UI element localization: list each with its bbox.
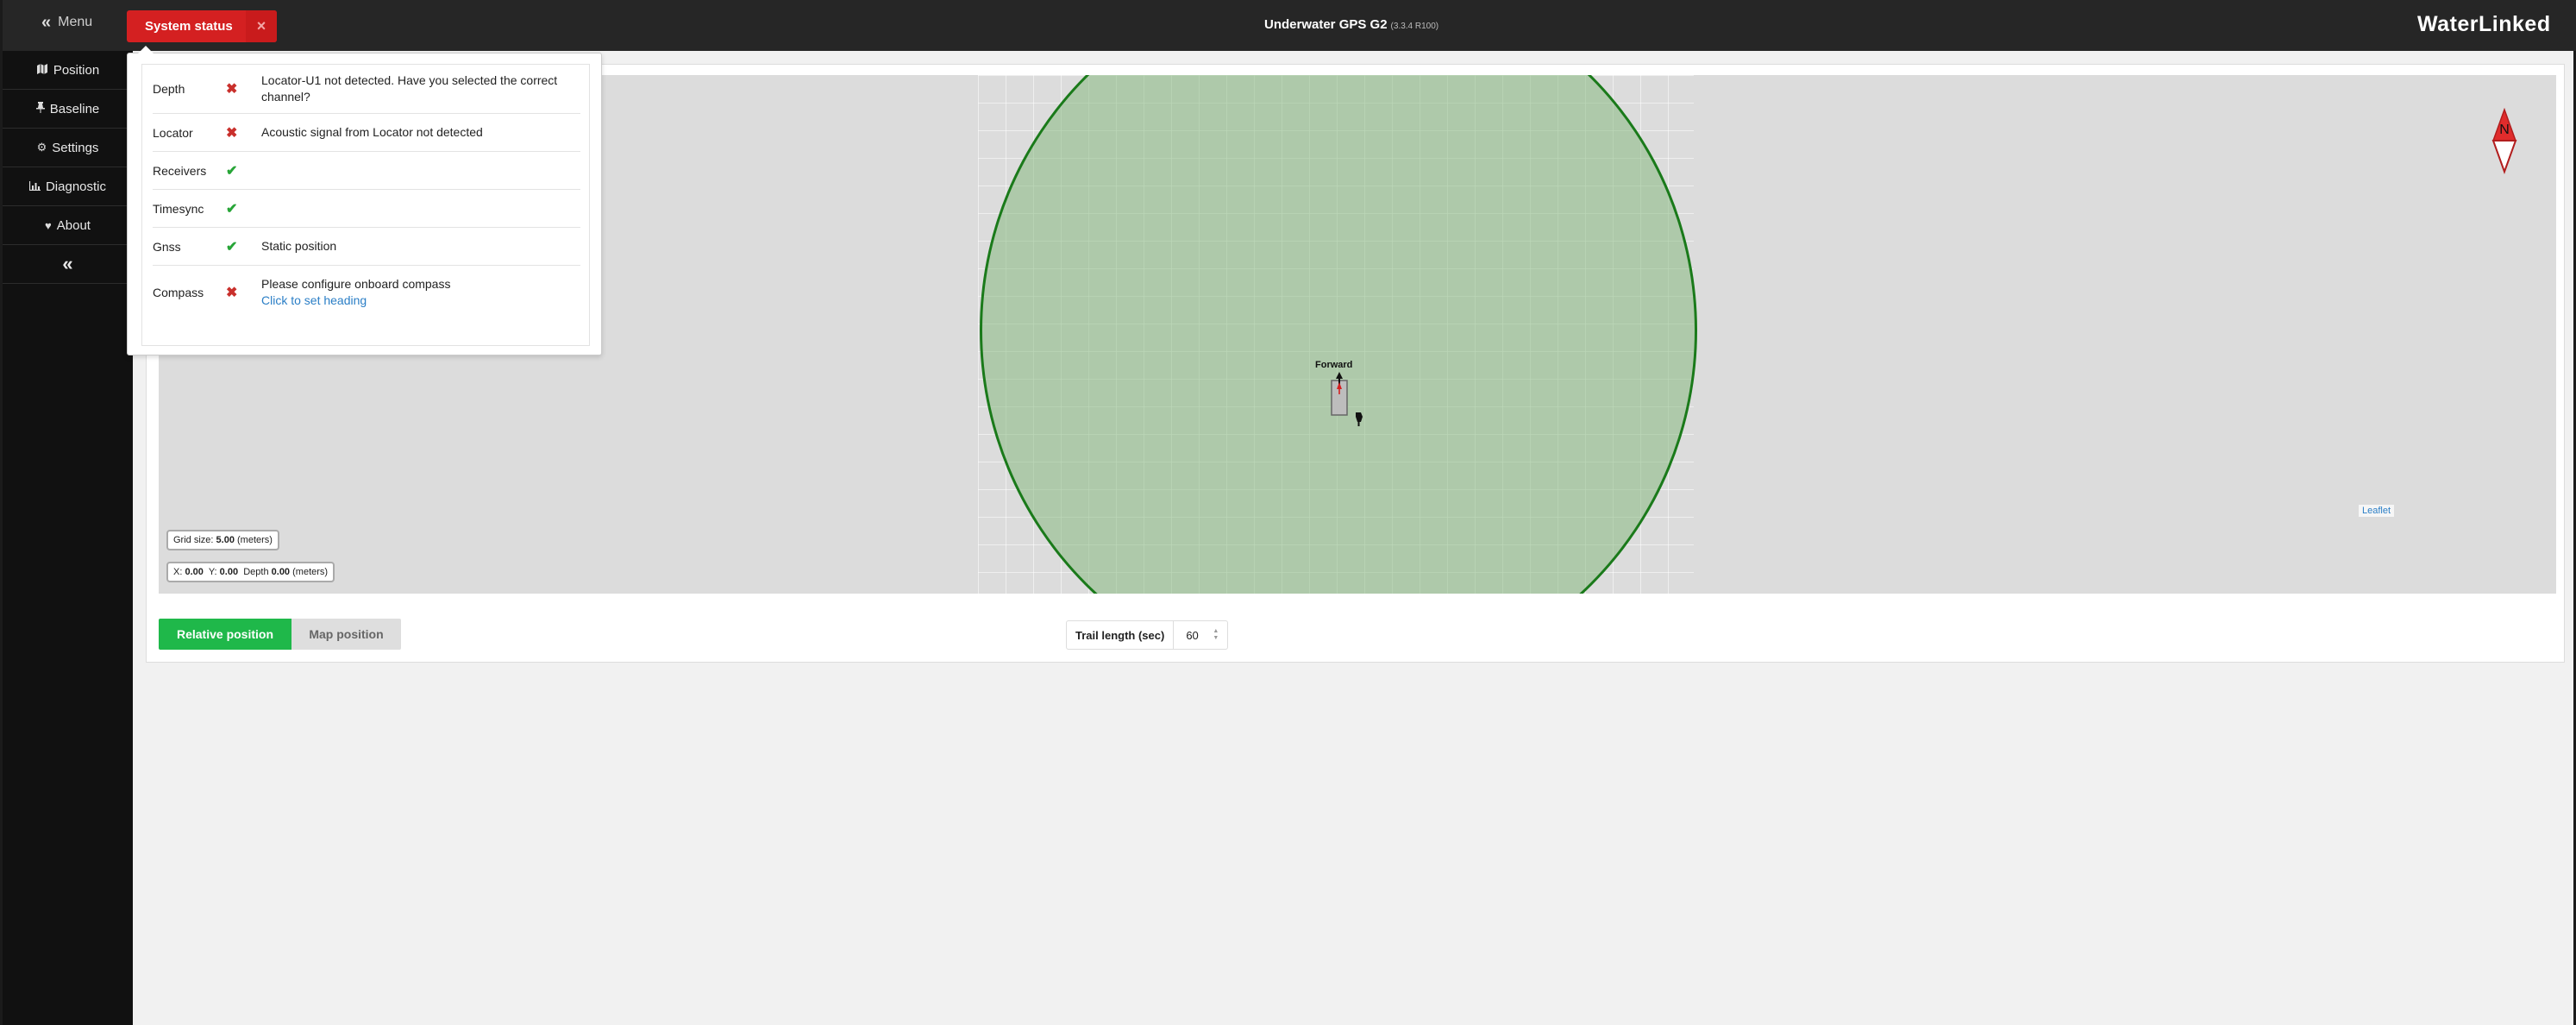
sidebar-item-label: Position [53, 62, 100, 78]
grid-size-value: 5.00 [216, 535, 235, 545]
brand-logo: WaterLinked [2417, 12, 2551, 36]
collapse-sidebar-button[interactable]: « [3, 245, 133, 284]
diver-marker-icon [1356, 412, 1363, 426]
status-message: Static position [261, 239, 337, 253]
status-name: Compass [153, 286, 204, 299]
status-message: Acoustic signal from Locator not detecte… [261, 125, 483, 139]
x-label: X: [173, 567, 183, 577]
close-icon[interactable]: × [246, 10, 277, 42]
pin-icon [35, 102, 45, 116]
menu-button[interactable]: « Menu [41, 13, 93, 32]
check-icon: ✔ [226, 201, 238, 217]
status-name: Depth [153, 82, 185, 96]
sidebar-item-about[interactable]: ♥ About [3, 206, 133, 245]
grid-size-prefix: Grid size: [173, 535, 214, 545]
sidebar: Position Baseline ⚙ Settings Diagnostic … [3, 51, 133, 1025]
trail-length-control: Trail length (sec) 60 ▲ ▼ [1066, 620, 1229, 650]
menu-label: Menu [58, 15, 93, 29]
double-chevron-left-icon: « [41, 13, 52, 32]
sidebar-item-diagnostic[interactable]: Diagnostic [3, 167, 133, 206]
version-text: (3.3.4 R100) [1390, 22, 1439, 31]
error-icon: ✖ [226, 82, 238, 97]
top-bar: « Menu System status × Underwater GPS G2… [3, 0, 2576, 51]
gears-icon: ⚙ [36, 141, 47, 154]
page-title: Underwater GPS G2 (3.3.4 R100) [1264, 17, 1438, 32]
depth-label: Depth [243, 567, 269, 577]
system-status-popover: Depth ✖ Locator-U1 not detected. Have yo… [127, 46, 602, 355]
status-message-block: Please configure onboard compass Click t… [261, 276, 580, 309]
depth-value: 0.00 [271, 567, 291, 577]
position-readout: X: 0.00 Y: 0.00 Depth 0.00 (meters) [166, 562, 335, 582]
status-name: Timesync [153, 201, 204, 216]
sidebar-item-settings[interactable]: ⚙ Settings [3, 129, 133, 167]
sidebar-item-position[interactable]: Position [3, 51, 133, 90]
status-name: Receivers [153, 163, 207, 178]
heart-icon: ♥ [45, 218, 52, 232]
sidebar-item-label: Settings [52, 140, 99, 155]
status-row-timesync: Timesync ✔ [153, 190, 580, 228]
system-status-label: System status [145, 19, 233, 34]
map-position-button[interactable]: Map position [291, 619, 401, 650]
trail-length-label: Trail length (sec) [1067, 621, 1175, 649]
sidebar-item-baseline[interactable]: Baseline [3, 90, 133, 129]
x-value: 0.00 [185, 567, 204, 577]
set-heading-link[interactable]: Click to set heading [261, 292, 580, 309]
chart-icon [28, 180, 41, 193]
sidebar-item-label: Diagnostic [45, 179, 107, 194]
error-icon: ✖ [226, 125, 238, 141]
relative-position-button[interactable]: Relative position [159, 619, 291, 650]
app-title-text: Underwater GPS G2 [1264, 17, 1388, 32]
compass-north-icon: N [2491, 108, 2517, 174]
app-window: « Menu System status × Underwater GPS G2… [0, 0, 2576, 1025]
status-row-locator: Locator ✖ Acoustic signal from Locator n… [153, 114, 580, 152]
map-icon [36, 63, 48, 77]
status-row-gnss: Gnss ✔ Static position [153, 228, 580, 266]
status-message: Locator-U1 not detected. Have you select… [261, 73, 558, 104]
check-icon: ✔ [226, 163, 238, 179]
receiver-range-circle [980, 75, 1697, 594]
compass-label: N [2499, 123, 2510, 137]
grid-size-unit: (meters) [237, 535, 273, 545]
leaflet-attribution-link[interactable]: Leaflet [2359, 505, 2395, 517]
status-name: Gnss [153, 239, 181, 254]
position-unit: (meters) [292, 567, 329, 577]
grid-size-box: Grid size: 5.00 (meters) [166, 530, 279, 550]
system-status-button[interactable]: System status × [127, 10, 277, 42]
status-message: Please configure onboard compass [261, 277, 451, 291]
trail-length-value: 60 [1186, 628, 1199, 642]
check-icon: ✔ [226, 239, 238, 255]
stepper-arrows-icon[interactable]: ▲ ▼ [1213, 628, 1219, 642]
y-value: 0.00 [219, 567, 239, 577]
status-row-depth: Depth ✖ Locator-U1 not detected. Have yo… [153, 65, 580, 114]
popover-arrow [138, 46, 154, 53]
sidebar-item-label: About [56, 217, 91, 233]
status-row-compass: Compass ✖ Please configure onboard compa… [153, 266, 580, 319]
trail-length-input[interactable]: 60 ▲ ▼ [1174, 621, 1227, 649]
forward-label: Forward [1315, 360, 1353, 370]
y-label: Y: [208, 567, 217, 577]
status-name: Locator [153, 125, 193, 140]
status-row-receivers: Receivers ✔ [153, 152, 580, 190]
sidebar-item-label: Baseline [49, 101, 100, 116]
error-icon: ✖ [226, 286, 238, 300]
status-table: Depth ✖ Locator-U1 not detected. Have yo… [141, 64, 590, 346]
